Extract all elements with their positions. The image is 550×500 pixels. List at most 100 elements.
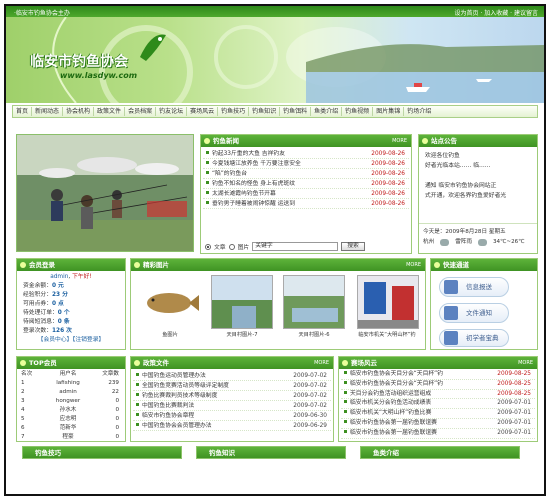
- news-item[interactable]: 钓起33斤重的大鱼 吉祥钓友 2009-08-26: [203, 149, 409, 159]
- search-bar: 文章 图片 关键字 搜索: [205, 241, 409, 252]
- policy-item[interactable]: 中国钓鱼运动员管理办法 2009-07-02: [133, 371, 331, 381]
- account-field: 可用点券：0 点: [23, 301, 64, 307]
- table-row[interactable]: 3 hongwer 0: [21, 397, 121, 406]
- search-input[interactable]: 关键字: [252, 242, 339, 251]
- photo-caption[interactable]: 临安市机关“大明山杯”钓: [353, 331, 421, 338]
- login-panel: 会员登录 admin, 下午好! 资金余额：0 元 经验积分：23 分 可用点券…: [16, 258, 126, 350]
- fishing-tips-header: 钓鱼技巧: [22, 446, 182, 459]
- policy-item[interactable]: 临安市钓鱼协会章程 2009-06-30: [133, 411, 331, 421]
- table-header: 名次 用户名 文章数: [21, 371, 119, 377]
- photo-thumb[interactable]: [283, 275, 345, 329]
- account-field: 资金余额：0 元: [23, 283, 64, 289]
- policy-item[interactable]: 钓鱼比赛裁判员技术等级制度 2009-07-02: [133, 391, 331, 401]
- arena-item[interactable]: 临安市机关分会钓鱼活动成绩表 2009-07-01: [341, 399, 535, 410]
- more-link[interactable]: MORE: [518, 360, 533, 366]
- nav-item[interactable]: 首页: [13, 107, 33, 116]
- radio-image-label: 图片: [237, 245, 250, 251]
- more-link[interactable]: MORE: [406, 262, 421, 268]
- date-weather: 今天是：2009年8月28日 星期五 杭州 雷阵雨 34℃~26℃: [419, 223, 537, 250]
- nav-item[interactable]: 会员档案: [125, 107, 157, 116]
- radio-article[interactable]: [205, 243, 211, 250]
- weather-row: 杭州 雷阵雨 34℃~26℃: [423, 237, 533, 247]
- news-item[interactable]: 今夏钱塘江放养鱼 千万要注意安全 2009-08-26: [203, 159, 409, 169]
- nav-item[interactable]: 新闻动态: [32, 107, 64, 116]
- nav-item[interactable]: 协会机构: [63, 107, 95, 116]
- radio-image[interactable]: [228, 243, 235, 250]
- arena-item[interactable]: 临安市钓鱼协会天目分会“天目杯”钓 2009-08-25: [341, 370, 535, 380]
- photo-thumb[interactable]: [139, 275, 201, 329]
- photo-thumb[interactable]: [357, 275, 419, 329]
- policy-list: 中国钓鱼运动员管理办法 2009-07-02 全国钓鱼竞赛活动员等级评定制度 200…: [131, 369, 333, 433]
- photo-caption[interactable]: 天目村图片-6: [280, 331, 348, 338]
- nav-item[interactable]: 图片集锦: [373, 107, 405, 116]
- table-row[interactable]: 2 admin 22: [21, 388, 121, 397]
- user-name: admin: [50, 274, 69, 280]
- quick-header: 快速通道: [431, 259, 537, 271]
- search-button[interactable]: 搜索: [341, 242, 365, 251]
- nav-item[interactable]: 鱼类介绍: [311, 107, 343, 116]
- arena-item[interactable]: 天目分会钓鱼活动组织运营组成 2009-08-25: [341, 390, 535, 400]
- document-icon: [444, 280, 458, 294]
- login-header: 会员登录: [17, 259, 125, 271]
- notice-button[interactable]: 文件通知: [439, 303, 509, 323]
- nav-item[interactable]: 赛场风云: [187, 107, 219, 116]
- policy-item[interactable]: 中国钓鱼比赛裁判法 2009-07-02: [133, 401, 331, 411]
- notice-body: 欢迎各位钓鱼 好者光临本站…… 临…… 通知 临安市钓鱼协会网站正 式开通，欢迎…: [419, 147, 537, 205]
- news-item[interactable]: 钓鱼不知名的怪鱼 身上有虎斑纹 2009-08-26: [203, 179, 409, 189]
- photo-caption[interactable]: 天目村图片-7: [208, 331, 276, 338]
- fish-types-header: 鱼类介绍: [360, 446, 520, 459]
- more-link[interactable]: MORE: [314, 360, 329, 366]
- policy-panel: 政策文件 MORE 中国钓鱼运动员管理办法 2009-07-02 全国钓鱼竞赛活动员…: [130, 356, 334, 442]
- table-row[interactable]: 4 孙水木 0: [21, 406, 121, 415]
- landscape-image: [284, 276, 344, 328]
- arena-item[interactable]: 临安市钓鱼协会天目分会“天目杯”钓 2009-08-25: [341, 380, 535, 390]
- news-item[interactable]: 垂钓男子睡着被闹钟惊醒 运送到 2009-08-26: [203, 199, 409, 209]
- report-button[interactable]: 信息报送: [439, 277, 509, 297]
- top-members-header: TOP会员: [17, 357, 125, 369]
- table-row[interactable]: 1 lafishing 239: [21, 379, 121, 388]
- notice-line: 式开通，欢迎各界钓鱼爱好者光: [425, 193, 507, 199]
- arena-item[interactable]: 临安市钓鱼协会第一届钓鱼联谊赛 2009-07-01: [341, 419, 535, 429]
- rain-cloud-icon: [440, 238, 450, 246]
- nav-item[interactable]: 钓鱼技巧: [218, 107, 250, 116]
- top-links[interactable]: 设为首页 · 加入收藏 · 建议留言: [455, 8, 538, 17]
- table-row[interactable]: 6 范新华 0: [21, 424, 121, 433]
- notice-header: 站点公告: [419, 135, 537, 147]
- nav-item[interactable]: 钓场介绍: [404, 107, 434, 116]
- photo-caption[interactable]: 鱼图片: [136, 331, 204, 338]
- nav-item[interactable]: 钓友论坛: [156, 107, 188, 116]
- arena-title: 赛场风云: [351, 359, 377, 367]
- member-links[interactable]: 【会员中心】【注销登录】: [23, 336, 119, 345]
- arena-panel: 赛场风云 MORE 临安市钓鱼协会天目分会“天目杯”钓 2009-08-25 临安市…: [338, 356, 538, 442]
- news-item[interactable]: 太湖长滩霞屿钓鱼节开幕 2009-08-26: [203, 189, 409, 199]
- account-field: 经验积分：23 分: [23, 292, 68, 298]
- date-line: 今天是：2009年8月28日 星期五: [423, 229, 506, 235]
- table-row[interactable]: 7 程豪 0: [21, 433, 121, 441]
- notice-line: 通知 临安市钓鱼协会网站正: [425, 183, 497, 189]
- nav-item[interactable]: 钓鱼知识: [249, 107, 281, 116]
- nav-item[interactable]: 钓鱼饵料: [280, 107, 312, 116]
- policy-item[interactable]: 中国钓鱼协会会员管理办法 2009-06-29: [133, 421, 331, 431]
- news-panel: 钓鱼新闻 MORE 钓起33斤重的大鱼 吉祥钓友 2009-08-26 今夏钱塘江放…: [200, 134, 412, 254]
- quick-panel: 快速通道 信息报送 文件通知 初学者宝典: [430, 258, 538, 350]
- notice-panel: 站点公告 欢迎各位钓鱼 好者光临本站…… 临…… 通知 临安市钓鱼协会网站正 式…: [418, 134, 538, 254]
- feature-photo[interactable]: [16, 134, 194, 252]
- news-item[interactable]: “陷”的钓鱼台 2009-08-26: [203, 169, 409, 179]
- more-link[interactable]: MORE: [392, 138, 407, 144]
- arena-item[interactable]: 临安市机关“大明山杯”钓鱼比赛 2009-07-01: [341, 409, 535, 419]
- top-strip: ·临安市钓鱼协会主办 设为首页 · 加入收藏 · 建议留言: [6, 6, 544, 17]
- arena-item[interactable]: 临安市钓鱼协会第一届钓鱼联谊赛 2009-07-01: [341, 429, 535, 439]
- account-field: 登录次数：126 次: [23, 328, 72, 334]
- weather-temp: 34℃~26℃: [493, 239, 525, 245]
- photo-thumb[interactable]: [211, 275, 273, 329]
- table-row[interactable]: 5 应志明 0: [21, 415, 121, 424]
- login-body: admin, 下午好! 资金余额：0 元 经验积分：23 分 可用点券：0 点 …: [17, 271, 125, 347]
- photos-panel: 精彩图片 MORE 鱼图片 天目村图片-7 天目村图片-6 临安市机关“大明山杯”…: [130, 258, 426, 350]
- nav-item[interactable]: 政策文件: [94, 107, 126, 116]
- news-list: 钓起33斤重的大鱼 吉祥钓友 2009-08-26 今夏钱塘江放养鱼 千万要注意安…: [201, 147, 411, 209]
- nav-item[interactable]: 钓鱼视频: [342, 107, 374, 116]
- banner: 临安市钓鱼协会 www.lasdyw.com: [6, 17, 544, 103]
- beginner-button[interactable]: 初学者宝典: [439, 329, 509, 347]
- policy-item[interactable]: 全国钓鱼竞赛活动员等级评定制度 2009-07-02: [133, 381, 331, 391]
- landscape-image: [212, 276, 272, 328]
